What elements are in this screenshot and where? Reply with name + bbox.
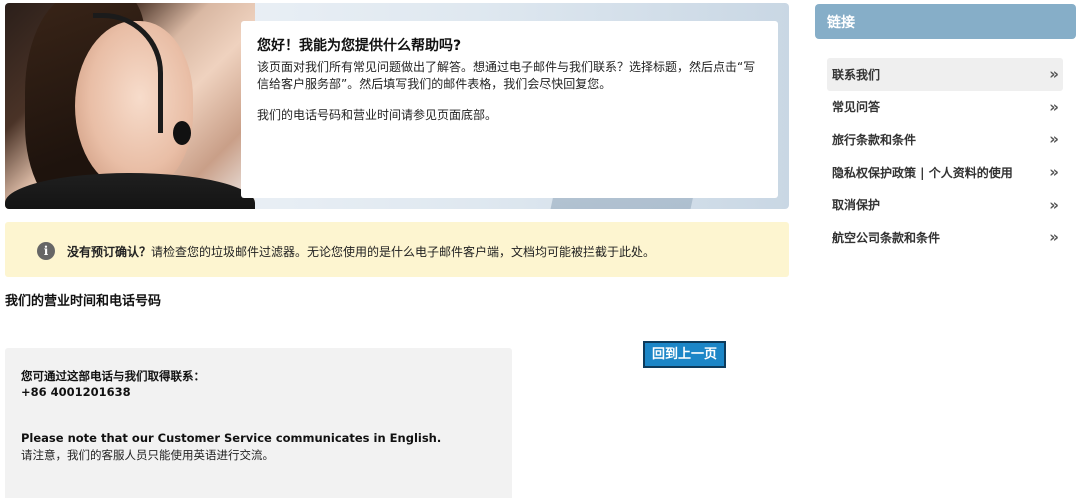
info-icon: i [37,241,55,260]
sidebar-item-label: 隐私权保护政策 | 个人资料的使用 [832,165,1013,180]
sidebar-item-travel-terms[interactable]: 旅行条款和条件 » [827,123,1063,156]
booking-notice: i 没有预订确认？请检查您的垃圾邮件过滤器。无论您使用的是什么电子邮件客户端，文… [5,222,789,277]
double-chevron-right-icon: » [1049,228,1059,247]
sidebar-item-faq[interactable]: 常见问答 » [827,91,1063,124]
notice-bold: 没有预订确认？ [67,245,152,259]
english-note: Please note that our Customer Service co… [21,431,442,445]
double-chevron-right-icon: » [1049,97,1059,116]
sidebar-item-label: 旅行条款和条件 [832,132,917,147]
hero-banner: 您好！我能为您提供什么帮助吗? 该页面对我们所有常见问题做出了解答。想通过电子邮… [5,3,789,209]
contact-phone: +86 4001201638 [21,385,131,399]
notice-text: 没有预订确认？请检查您的垃圾邮件过滤器。无论您使用的是什么电子邮件客户端，文档均… [67,243,655,260]
sidebar-item-privacy[interactable]: 隐私权保护政策 | 个人资料的使用 » [827,156,1063,189]
sidebar-links: 联系我们 » 常见问答 » 旅行条款和条件 » 隐私权保护政策 | 个人资料的使… [827,58,1063,254]
sidebar-item-contact[interactable]: 联系我们 » [827,58,1063,91]
sidebar-item-label: 常见问答 [832,100,881,115]
double-chevron-right-icon: » [1049,130,1059,149]
hero-card: 您好！我能为您提供什么帮助吗? 该页面对我们所有常见问题做出了解答。想通过电子邮… [241,21,778,198]
contact-label: 您可通过这部电话与我们取得联系： [21,369,205,383]
hero-phone-hint: 我们的电话号码和营业时间请参见页面底部。 [257,108,498,122]
double-chevron-right-icon: » [1049,163,1059,182]
hero-description: 该页面对我们所有常见问题做出了解答。想通过电子邮件与我们联系？选择标题，然后点击… [257,60,756,91]
back-button[interactable]: 回到上一页 [643,341,726,368]
sidebar-item-airline-terms[interactable]: 航空公司条款和条件 » [827,221,1063,254]
hero-title: 您好！我能为您提供什么帮助吗? [257,38,462,54]
sidebar-item-cancellation[interactable]: 取消保护 » [827,188,1063,221]
sidebar-item-label: 联系我们 [832,67,881,82]
sidebar-item-label: 取消保护 [832,198,881,213]
notice-body: 请检查您的垃圾邮件过滤器。无论您使用的是什么电子邮件客户端，文档均可能被拦截于此… [151,245,656,259]
double-chevron-right-icon: » [1049,195,1059,214]
chinese-note: 请注意，我们的客服人员只能使用英语进行交流。 [21,448,274,462]
hours-section-title: 我们的营业时间和电话号码 [5,294,162,309]
contact-box: 您可通过这部电话与我们取得联系： +86 4001201638 Please n… [5,348,512,498]
sidebar-header: 链接 [815,4,1076,39]
support-agent-photo [5,3,255,209]
double-chevron-right-icon: » [1049,65,1059,84]
sidebar-item-label: 航空公司条款和条件 [832,230,941,245]
